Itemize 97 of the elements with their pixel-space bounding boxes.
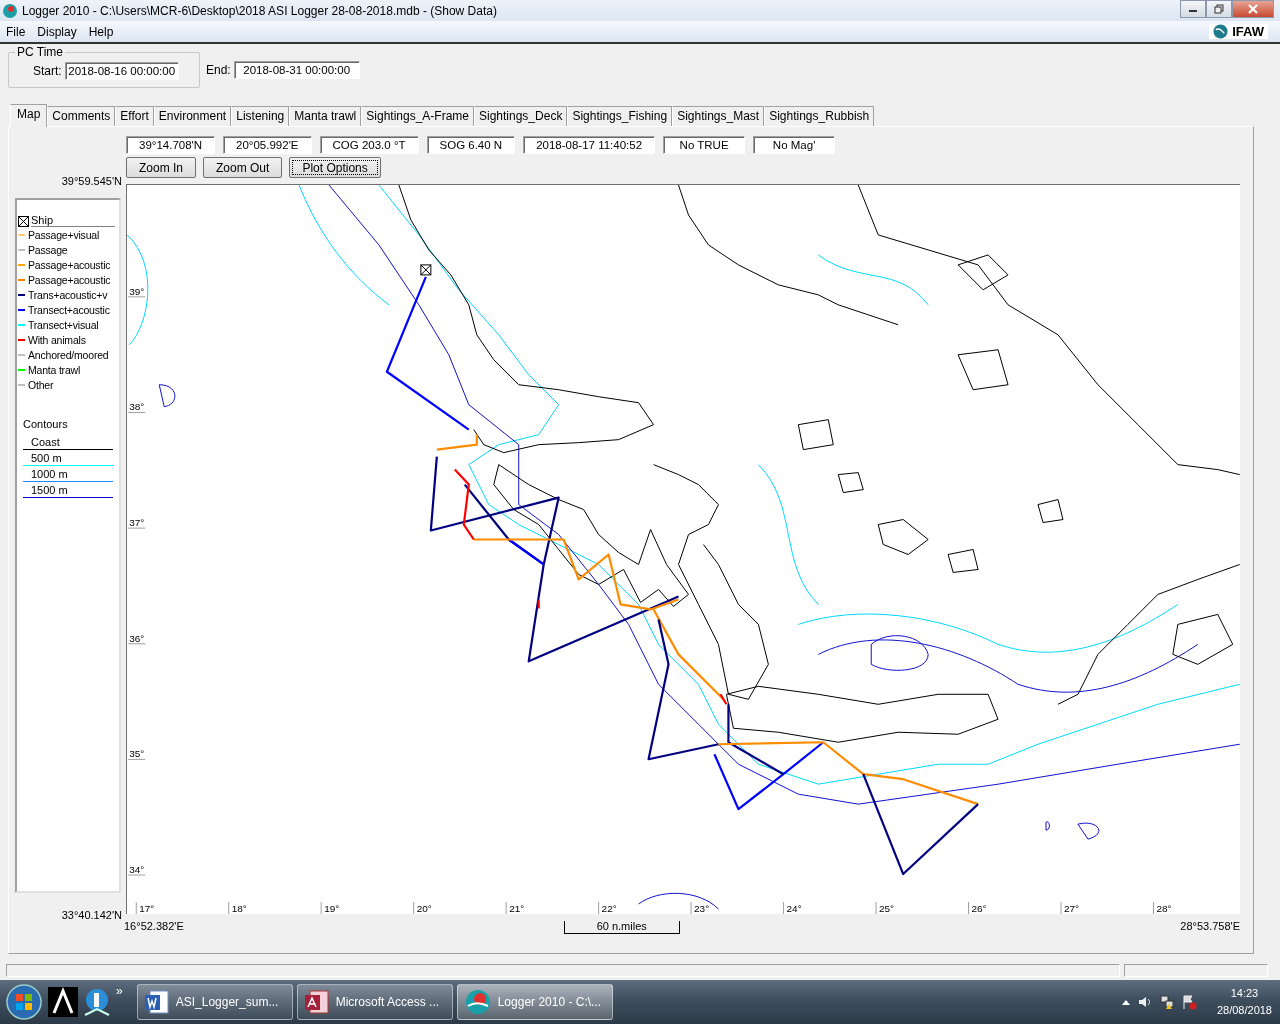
latitude-label: 37° (129, 517, 145, 529)
clock-date: 28/08/2018 (1216, 1003, 1272, 1018)
tab[interactable]: Sightings_A-Frame (361, 106, 474, 126)
maximize-button[interactable] (1206, 0, 1232, 18)
legend-label: Passage+visual (28, 228, 100, 241)
taskbar-overflow[interactable]: » (116, 984, 123, 998)
tab[interactable]: Sightings_Rubbish (764, 106, 875, 126)
top-latitude-label: 39°59.545'N (60, 175, 123, 189)
network-icon[interactable] (1158, 994, 1175, 1010)
longitude-label: 17° (139, 903, 155, 914)
longitude-label: 28° (1156, 903, 1172, 914)
longitude-label: 23° (694, 903, 710, 914)
contour-legend-item: Coast (23, 434, 113, 450)
database-app-icon (303, 989, 330, 1015)
menu-item[interactable]: Display (31, 22, 83, 41)
tab[interactable]: Effort (115, 106, 154, 126)
tab[interactable]: Sightings_Fishing (567, 106, 673, 126)
close-button[interactable] (1232, 0, 1274, 18)
contour-legend-item: 1500 m (23, 482, 113, 498)
legend-label: Passage+acoustic (28, 258, 111, 271)
tab[interactable]: Manta trawl (289, 106, 362, 126)
menu-item[interactable]: Help (82, 22, 120, 41)
readout-field: 39°14.708'N (126, 136, 216, 154)
readout-field: 20°05.992'E (223, 136, 312, 154)
longitude-label: 20° (416, 903, 432, 914)
start-time-field[interactable]: 2018-08-16 00:00:00 (64, 62, 179, 80)
scale-bar: 60 n.miles (563, 921, 680, 934)
app-icon (2, 2, 18, 19)
legend-label: Transect+visual (28, 318, 99, 331)
legend-label: Other (28, 378, 54, 391)
legend-label: Passage+acoustic (28, 273, 111, 286)
map-canvas[interactable]: 39° 38° 37° 36° 35° 34° 17° 18° 19° 20° 21° 22° 23° 24° 25° 26° 27° 28° (126, 184, 1240, 914)
longitude-label: 26° (971, 903, 987, 914)
quick-launch-icon[interactable] (82, 987, 112, 1017)
close-icon (1247, 4, 1259, 14)
group-title: PC Time (15, 45, 65, 59)
start-button[interactable] (4, 982, 44, 1022)
legend-label: Ship (31, 214, 115, 227)
legend-label: With animals (28, 333, 86, 346)
ship-marker-icon (18, 216, 29, 227)
document-app-icon (143, 989, 170, 1015)
ship-marker-icon (420, 264, 432, 276)
minimize-button[interactable] (1180, 0, 1206, 18)
legend-heading: Contours (23, 418, 69, 430)
longitude-label: 19° (324, 903, 340, 914)
contour-legend-item: 500 m (23, 450, 113, 466)
end-time-field[interactable]: 2018-08-31 00:00:00 (233, 61, 360, 79)
latitude-label: 35° (129, 748, 145, 760)
brand-logo-text: IFAW (1232, 24, 1264, 39)
field-label: Start: (33, 64, 62, 78)
readout-field: 2018-08-17 11:40:52 (523, 136, 656, 154)
legend-label: Trans+acoustic+v (28, 288, 108, 301)
longitude-label: 22° (601, 903, 617, 914)
legend-label: Passage (28, 243, 68, 256)
window-title: Logger 2010 - C:\Users\MCR-6\Desktop\2018 ASI Logger 28-08-2018.mdb - (Show Data) (22, 3, 498, 18)
show-hidden-icons-icon[interactable] (1120, 998, 1131, 1006)
speaker-icon[interactable] (1136, 994, 1153, 1010)
latitude-label: 39° (129, 285, 145, 297)
tab[interactable]: Sightings_Mast (672, 106, 765, 126)
latitude-label: 36° (129, 632, 145, 644)
tab[interactable]: Sightings_Deck (474, 106, 568, 126)
tab[interactable]: Comments (47, 106, 116, 126)
legend-label: Manta trawl (28, 363, 81, 376)
field-label: End: (206, 63, 231, 77)
quick-launch-icon[interactable] (48, 987, 78, 1017)
menu-item[interactable]: File (0, 22, 32, 41)
legend-label: Transect+acoustic (28, 303, 110, 316)
taskbar-clock[interactable]: 14:23 28/08/2018 (1216, 985, 1272, 1019)
flag-alert-icon[interactable] (1180, 994, 1197, 1010)
tab[interactable]: Map (10, 104, 48, 127)
bottom-latitude-label: 33°40.142'N (60, 909, 123, 921)
longitude-label: 27° (1064, 903, 1080, 914)
readout-field: No TRUE (663, 136, 746, 154)
contour-legend-item: 1000 m (23, 466, 113, 482)
longitude-label: 25° (879, 903, 895, 914)
readout-field: No Mag' (753, 136, 836, 154)
longitude-label: 21° (509, 903, 525, 914)
clock-time: 14:23 (1229, 986, 1260, 1001)
toolbar-button[interactable]: Zoom Out (203, 157, 283, 178)
longitude-label: 18° (231, 903, 247, 914)
readout-field: COG 203.0 °T (319, 136, 419, 154)
tab[interactable]: Environment (153, 106, 232, 126)
taskbar-button[interactable]: Microsoft Access ... (296, 984, 453, 1020)
latitude-label: 34° (129, 864, 145, 876)
right-longitude-label: 28°53.758'E (1180, 920, 1240, 932)
taskbar-button[interactable]: ASI_Logger_sum... (136, 984, 293, 1020)
latitude-label: 38° (129, 401, 145, 413)
toolbar-button[interactable]: Zoom In (126, 157, 196, 178)
readout-field: SOG 6.40 N (426, 136, 516, 154)
toolbar-button[interactable]: Plot Options (289, 157, 381, 178)
restore-icon (1214, 4, 1224, 14)
taskbar-button[interactable]: Logger 2010 - C:\... (456, 984, 613, 1020)
left-longitude-label: 16°52.382'E (124, 920, 184, 932)
longitude-label: 24° (786, 903, 802, 914)
tab[interactable]: Listening (231, 106, 290, 126)
logger-app-icon (463, 988, 492, 1016)
legend-label: Anchored/moored (28, 348, 109, 361)
